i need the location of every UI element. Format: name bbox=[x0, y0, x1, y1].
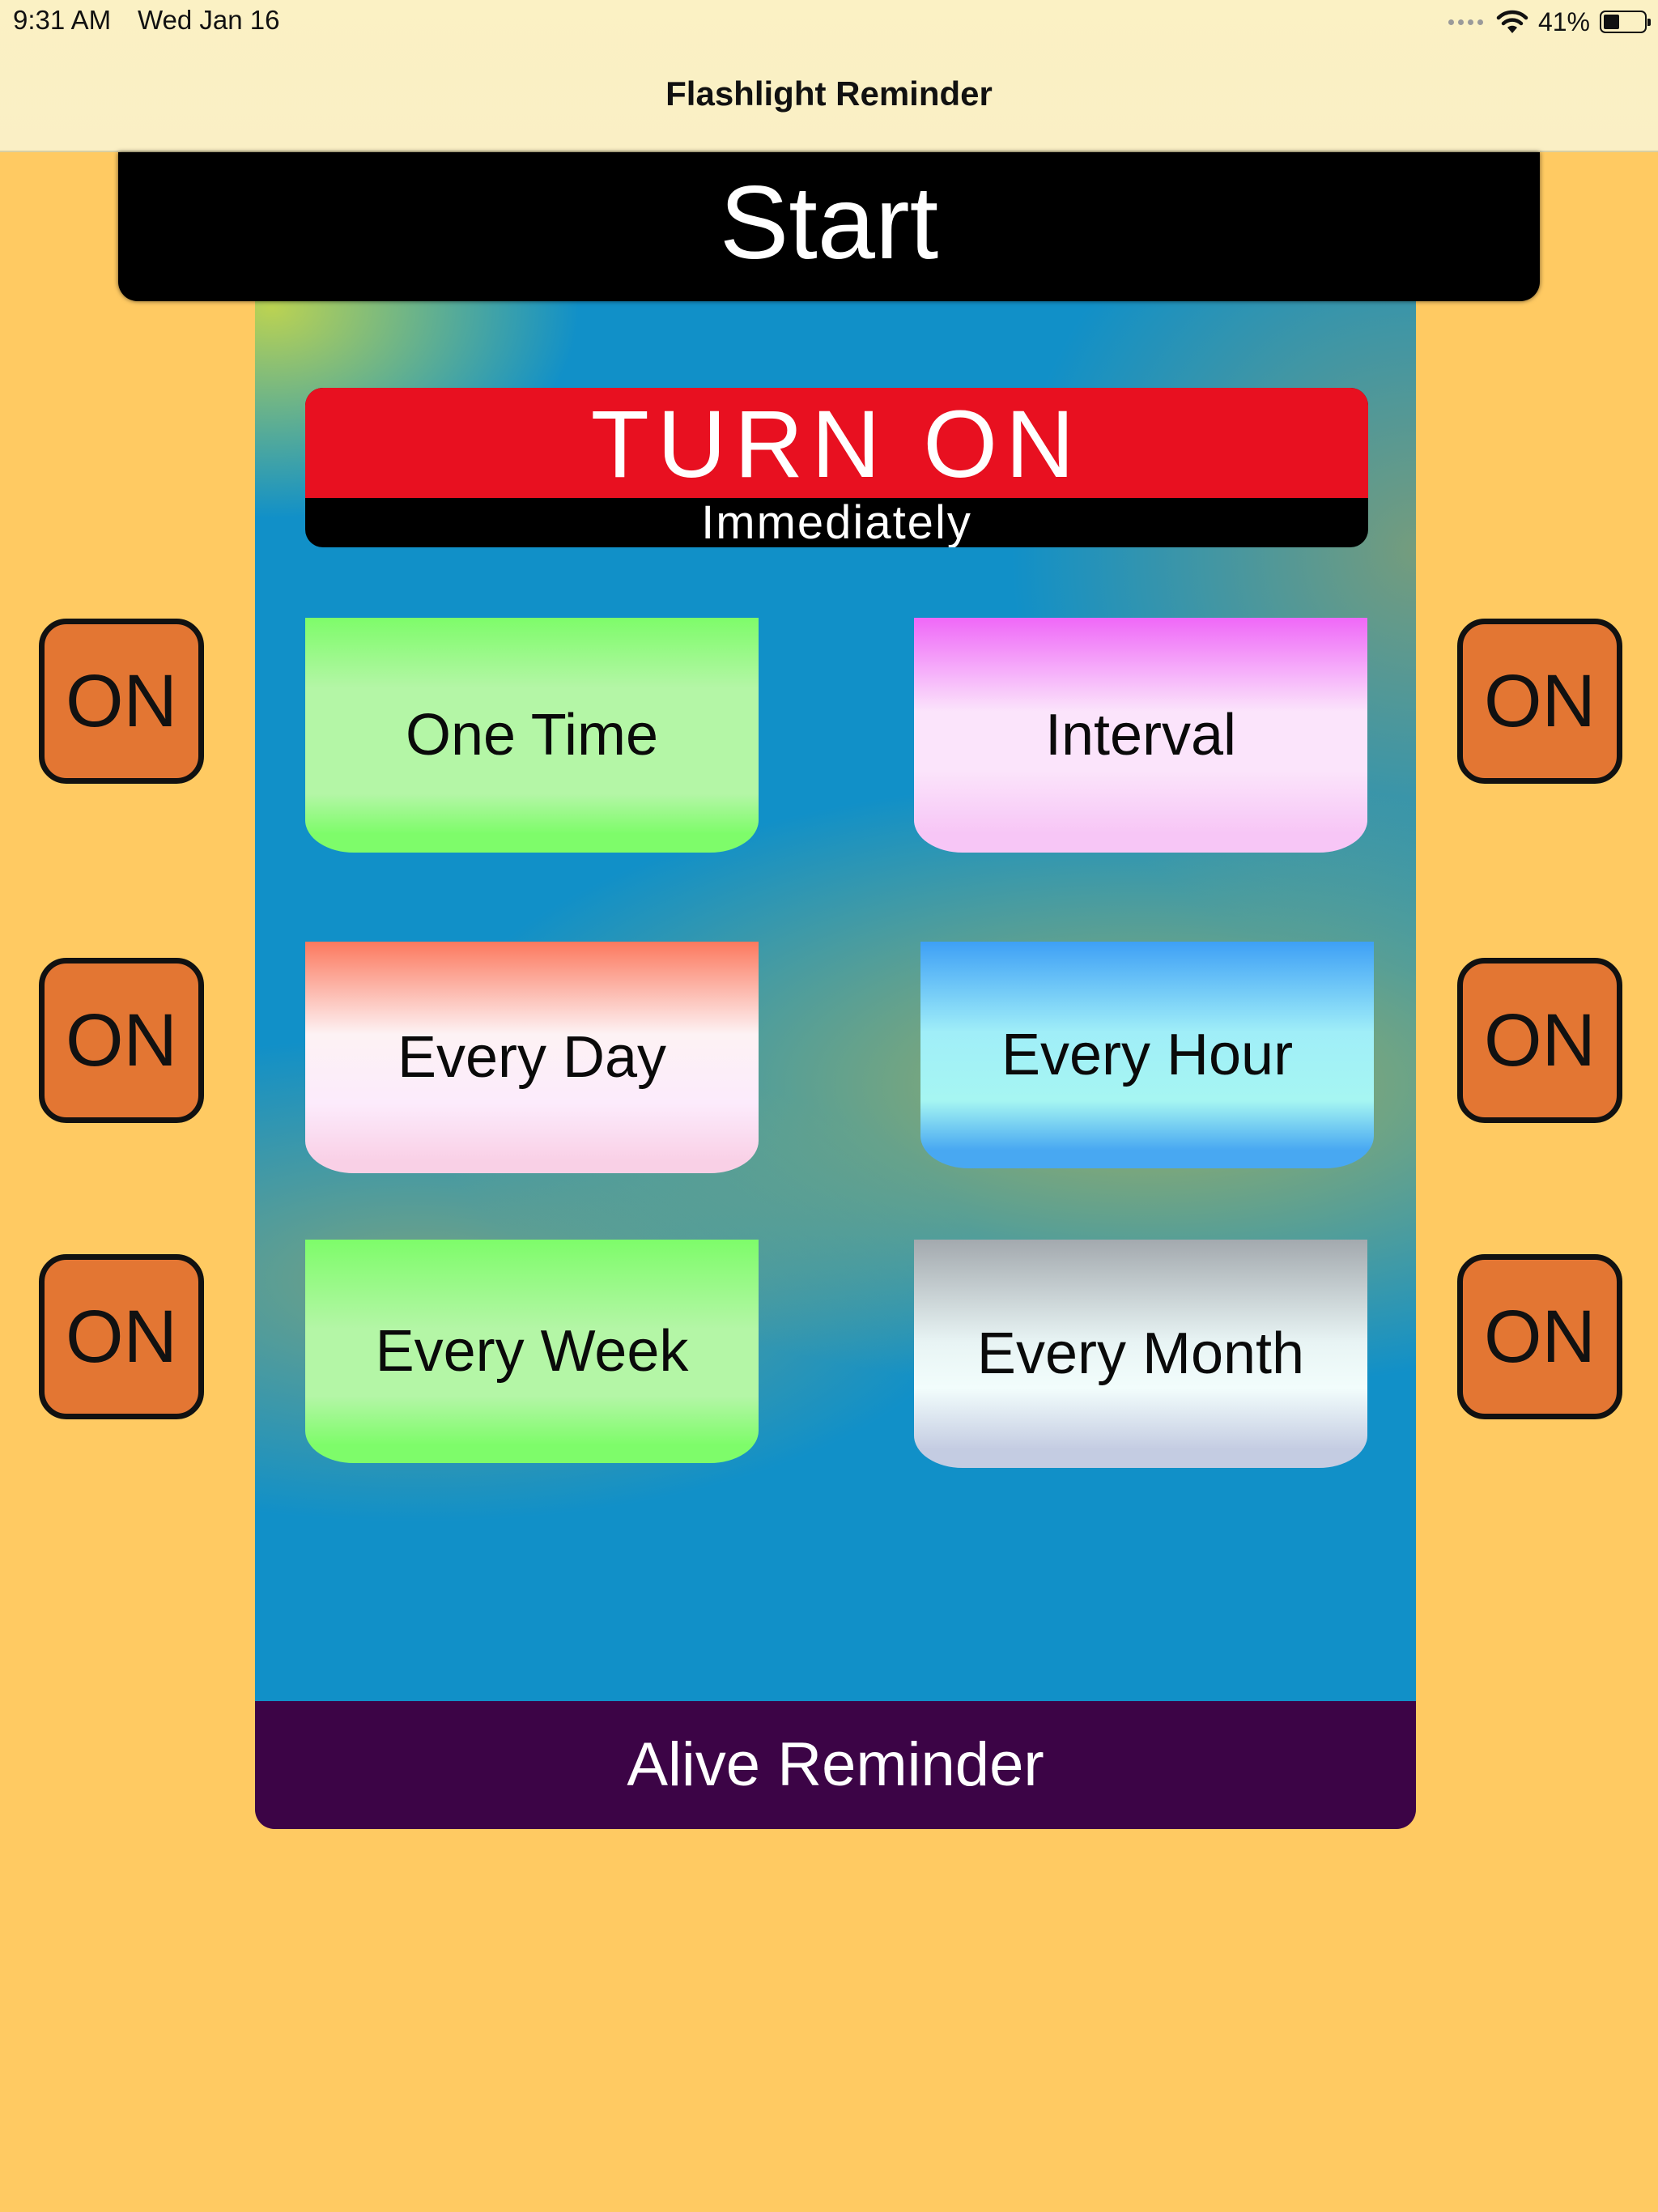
status-date: Wed Jan 16 bbox=[138, 5, 280, 35]
one-time-on-toggle[interactable]: ON bbox=[39, 619, 204, 784]
interval-on-toggle[interactable]: ON bbox=[1457, 619, 1622, 784]
start-button[interactable]: Start bbox=[118, 152, 1540, 301]
alive-reminder-button[interactable]: Alive Reminder bbox=[255, 1701, 1416, 1829]
navigation-bar: 9:31 AM Wed Jan 16 41% Flashlight Remind… bbox=[0, 0, 1658, 152]
every-hour-on-toggle[interactable]: ON bbox=[1457, 958, 1622, 1123]
one-time-button[interactable]: One Time bbox=[305, 618, 759, 853]
every-day-on-toggle[interactable]: ON bbox=[39, 958, 204, 1123]
interval-button[interactable]: Interval bbox=[914, 618, 1367, 853]
every-day-button[interactable]: Every Day bbox=[305, 942, 759, 1173]
every-week-on-toggle[interactable]: ON bbox=[39, 1254, 204, 1419]
status-indicators: 41% bbox=[1448, 5, 1651, 39]
every-month-button[interactable]: Every Month bbox=[914, 1240, 1367, 1468]
every-hour-label: Every Hour bbox=[1001, 1023, 1294, 1087]
every-month-on-toggle[interactable]: ON bbox=[1457, 1254, 1622, 1419]
turn-on-label: TURN ON bbox=[305, 388, 1368, 498]
battery-percentage: 41% bbox=[1537, 6, 1590, 36]
cellular-signal-icon bbox=[1448, 19, 1483, 25]
every-week-label: Every Week bbox=[375, 1319, 689, 1384]
battery-icon bbox=[1600, 11, 1651, 33]
every-day-label: Every Day bbox=[397, 1025, 667, 1090]
wifi-icon bbox=[1496, 10, 1528, 33]
turn-on-immediately-button[interactable]: TURN ON Immediately bbox=[305, 388, 1368, 547]
every-month-label: Every Month bbox=[976, 1321, 1305, 1386]
status-time: 9:31 AM bbox=[13, 5, 112, 35]
every-week-button[interactable]: Every Week bbox=[305, 1240, 759, 1463]
interval-label: Interval bbox=[1044, 703, 1237, 768]
one-time-label: One Time bbox=[405, 703, 659, 768]
page-title: Flashlight Reminder bbox=[665, 74, 993, 113]
immediately-label: Immediately bbox=[701, 496, 972, 548]
every-hour-button[interactable]: Every Hour bbox=[920, 942, 1374, 1168]
